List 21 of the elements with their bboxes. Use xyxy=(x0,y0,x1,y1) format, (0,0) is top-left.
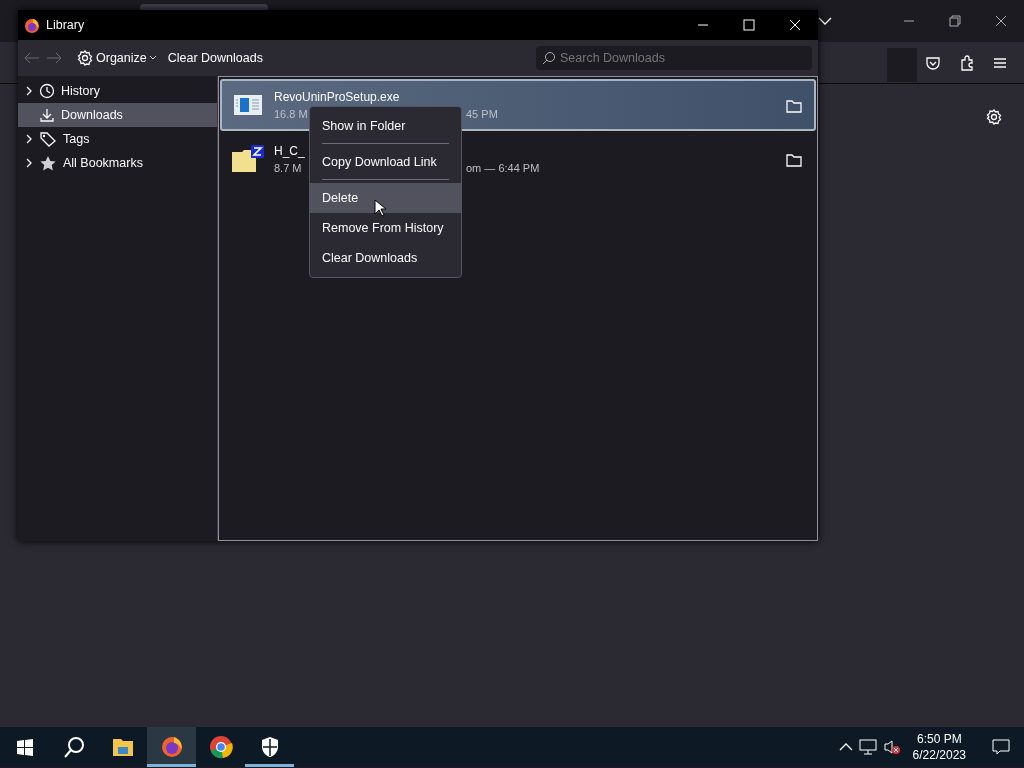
sidebar-item[interactable]: History xyxy=(18,79,217,103)
download-details: om — 6:44 PM xyxy=(466,160,540,176)
clear-downloads-button[interactable]: Clear Downloads xyxy=(164,45,266,71)
sidebar-item[interactable]: Downloads xyxy=(18,103,217,127)
file-name: H_C_ xyxy=(274,142,305,160)
sidebar-item[interactable]: All Bookmarks xyxy=(18,151,217,175)
menu-item[interactable]: Copy Download Link xyxy=(310,147,461,177)
menu-item[interactable]: Remove From History xyxy=(310,213,461,243)
download-details: 16.8 M xyxy=(274,107,308,120)
file-name: RevoUninProSetup.exe xyxy=(274,88,400,106)
clock-time[interactable]: 6:50 PM xyxy=(916,730,962,747)
sidebar-item[interactable]: Tags xyxy=(18,127,217,151)
menu-item[interactable]: Show in Folder xyxy=(310,111,461,141)
organize-button[interactable]: Organize xyxy=(74,45,159,71)
window-title: Library xyxy=(46,16,85,34)
clock-date[interactable]: 6/22/2023 xyxy=(912,747,966,764)
menu-item[interactable]: Delete xyxy=(310,183,461,213)
search-field[interactable]: Search Downloads xyxy=(536,46,812,70)
download-details: 8.7 M xyxy=(274,161,302,174)
download-details: 45 PM xyxy=(466,106,498,122)
menu-item[interactable]: Clear Downloads xyxy=(310,243,461,273)
